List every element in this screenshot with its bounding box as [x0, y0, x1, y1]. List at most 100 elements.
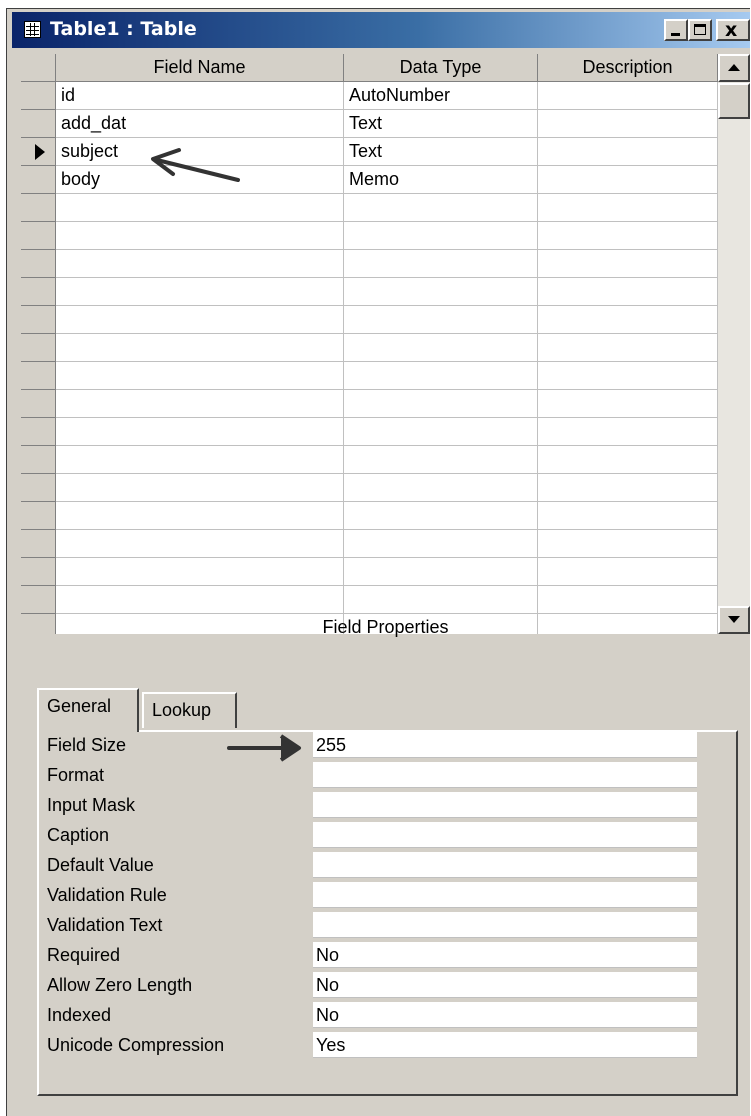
description-cell[interactable]	[538, 222, 718, 250]
description-cell[interactable]	[538, 446, 718, 474]
field-name-cell[interactable]	[56, 586, 344, 614]
title-bar[interactable]: Table1 : Table x	[12, 12, 750, 48]
description-cell[interactable]	[538, 390, 718, 418]
table-row[interactable]	[21, 278, 718, 306]
column-header-field-name[interactable]: Field Name	[56, 54, 344, 82]
description-cell[interactable]	[538, 138, 718, 166]
data-type-cell[interactable]	[344, 390, 538, 418]
table-row[interactable]	[21, 334, 718, 362]
property-value-field[interactable]: No	[313, 1002, 697, 1028]
field-name-cell[interactable]	[56, 222, 344, 250]
table-row[interactable]	[21, 586, 718, 614]
description-cell[interactable]	[538, 110, 718, 138]
data-type-cell[interactable]: Text	[344, 138, 538, 166]
description-cell[interactable]	[538, 334, 718, 362]
row-selector[interactable]	[21, 222, 56, 250]
description-cell[interactable]	[538, 362, 718, 390]
row-selector[interactable]	[21, 390, 56, 418]
data-type-cell[interactable]	[344, 530, 538, 558]
property-value-field[interactable]: No	[313, 942, 697, 968]
data-type-cell[interactable]	[344, 558, 538, 586]
data-type-cell[interactable]: Memo	[344, 166, 538, 194]
data-type-cell[interactable]	[344, 334, 538, 362]
column-header-description[interactable]: Description	[538, 54, 718, 82]
row-selector[interactable]	[21, 250, 56, 278]
grid-scrollbar[interactable]	[718, 54, 750, 634]
table-row[interactable]	[21, 250, 718, 278]
table-row[interactable]: id AutoNumber	[21, 82, 718, 110]
table-row[interactable]	[21, 558, 718, 586]
data-type-cell[interactable]	[344, 250, 538, 278]
description-cell[interactable]	[538, 82, 718, 110]
description-cell[interactable]	[538, 418, 718, 446]
data-type-cell[interactable]	[344, 362, 538, 390]
field-name-cell[interactable]	[56, 306, 344, 334]
row-selector[interactable]	[21, 194, 56, 222]
description-cell[interactable]	[538, 278, 718, 306]
field-name-cell[interactable]	[56, 250, 344, 278]
property-value-field[interactable]	[313, 762, 697, 788]
row-selector[interactable]	[21, 474, 56, 502]
table-row[interactable]	[21, 474, 718, 502]
tab-lookup[interactable]: Lookup	[142, 692, 237, 728]
description-cell[interactable]	[538, 166, 718, 194]
description-cell[interactable]	[538, 474, 718, 502]
data-type-cell[interactable]	[344, 474, 538, 502]
row-selector[interactable]	[21, 418, 56, 446]
maximize-button[interactable]	[688, 19, 712, 41]
field-name-cell[interactable]	[56, 418, 344, 446]
row-selector[interactable]	[21, 586, 56, 614]
property-value-field[interactable]	[313, 822, 697, 848]
data-type-cell[interactable]	[344, 194, 538, 222]
description-cell[interactable]	[538, 586, 718, 614]
property-value-field[interactable]: No	[313, 972, 697, 998]
property-value-field[interactable]: 255	[313, 732, 697, 758]
row-selector[interactable]	[21, 502, 56, 530]
data-type-cell[interactable]	[344, 446, 538, 474]
close-button[interactable]: x	[716, 19, 750, 41]
row-selector[interactable]	[21, 166, 56, 194]
table-row[interactable]	[21, 306, 718, 334]
table-row[interactable]	[21, 530, 718, 558]
property-value-field[interactable]	[313, 792, 697, 818]
row-selector[interactable]	[21, 138, 56, 166]
field-name-cell[interactable]	[56, 194, 344, 222]
table-row[interactable]	[21, 418, 718, 446]
table-row[interactable]: add_dat Text	[21, 110, 718, 138]
scroll-up-button[interactable]	[718, 54, 750, 82]
column-header-data-type[interactable]: Data Type	[344, 54, 538, 82]
description-cell[interactable]	[538, 558, 718, 586]
row-selector[interactable]	[21, 110, 56, 138]
table-row[interactable]	[21, 390, 718, 418]
description-cell[interactable]	[538, 530, 718, 558]
property-value-field[interactable]	[313, 912, 697, 938]
scroll-thumb[interactable]	[718, 83, 750, 119]
table-row[interactable]	[21, 194, 718, 222]
table-row[interactable]	[21, 446, 718, 474]
field-name-cell[interactable]	[56, 334, 344, 362]
field-name-cell[interactable]	[56, 362, 344, 390]
description-cell[interactable]	[538, 250, 718, 278]
data-type-cell[interactable]: AutoNumber	[344, 82, 538, 110]
table-row[interactable]	[21, 222, 718, 250]
table-row[interactable]	[21, 362, 718, 390]
row-selector[interactable]	[21, 334, 56, 362]
property-value-field[interactable]	[313, 852, 697, 878]
row-selector[interactable]	[21, 82, 56, 110]
property-value-field[interactable]	[313, 882, 697, 908]
field-name-cell[interactable]	[56, 446, 344, 474]
field-name-cell[interactable]	[56, 474, 344, 502]
data-type-cell[interactable]	[344, 306, 538, 334]
description-cell[interactable]	[538, 306, 718, 334]
description-cell[interactable]	[538, 194, 718, 222]
field-name-cell[interactable]	[56, 530, 344, 558]
data-type-cell[interactable]	[344, 278, 538, 306]
field-name-cell[interactable]	[56, 390, 344, 418]
table-row[interactable]	[21, 502, 718, 530]
table-row[interactable]: body Memo	[21, 166, 718, 194]
row-selector[interactable]	[21, 278, 56, 306]
description-cell[interactable]	[538, 502, 718, 530]
field-name-cell[interactable]	[56, 502, 344, 530]
field-name-cell[interactable]	[56, 278, 344, 306]
tab-general[interactable]: General	[37, 688, 139, 732]
